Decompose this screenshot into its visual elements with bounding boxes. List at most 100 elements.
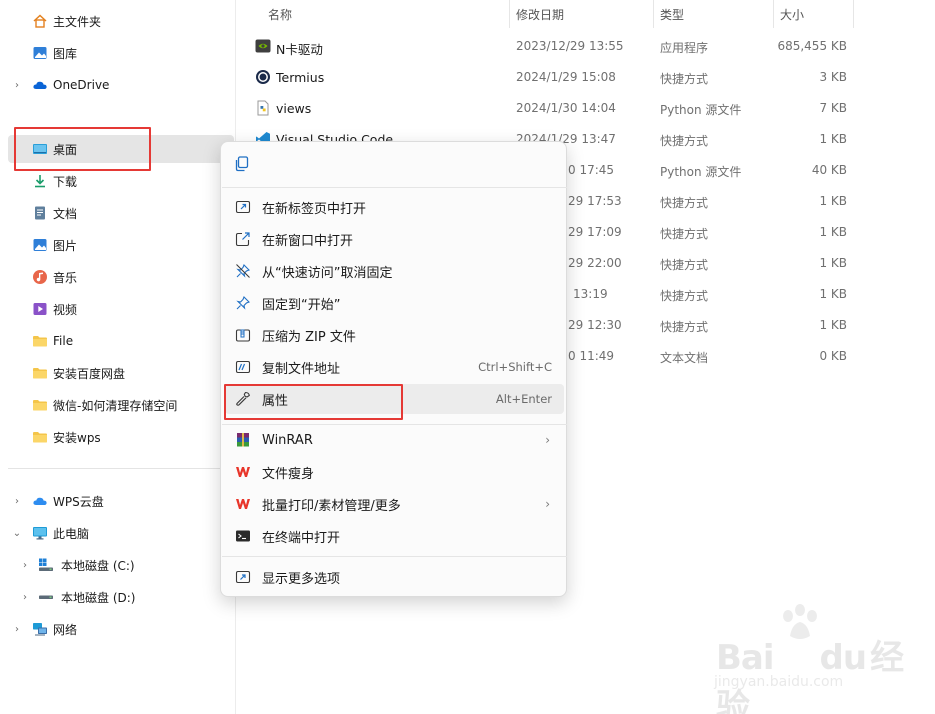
desktop-icon	[32, 141, 48, 157]
file-type: Python 源文件	[660, 165, 742, 179]
column-header-modified[interactable]: 修改日期	[516, 0, 564, 28]
sidebar-item-file-folder[interactable]: File	[8, 327, 234, 355]
column-separator[interactable]	[509, 0, 510, 28]
sidebar-item-baidu-folder[interactable]: 安装百度网盘	[8, 359, 234, 387]
copy-path-icon	[235, 359, 251, 375]
file-modified: 2024/1/30 14:04	[516, 101, 616, 115]
sidebar-item-videos[interactable]: 视频	[8, 295, 234, 323]
music-icon	[32, 269, 48, 285]
table-row[interactable]: views 2024/1/30 14:04 Python 源文件 7 KB	[237, 93, 935, 124]
menu-item-label: 固定到“开始”	[262, 297, 341, 313]
folder-icon	[32, 333, 48, 349]
table-row[interactable]: N卡驱动 2023/12/29 13:55 应用程序 685,455 KB	[237, 31, 935, 62]
menu-item-label: 从“快速访问”取消固定	[262, 265, 393, 281]
sidebar-item-label: 主文件夹	[53, 14, 102, 29]
network-icon	[32, 621, 48, 637]
column-header-name[interactable]: 名称	[268, 0, 292, 28]
sidebar-item-desktop[interactable]: 桌面	[8, 135, 234, 163]
file-size: 1 KB	[819, 256, 847, 270]
sidebar-item-gallery[interactable]: 图库	[8, 39, 234, 67]
sidebar-item-label: WPS云盘	[53, 494, 104, 509]
menu-item-properties[interactable]: 属性 Alt+Enter	[225, 384, 564, 414]
menu-item-label: 在新窗口中打开	[262, 233, 354, 249]
file-type: 快捷方式	[660, 227, 709, 241]
sidebar-item-label: 安装wps	[53, 430, 101, 445]
chevron-right-icon[interactable]: ›	[12, 496, 22, 507]
python-file-icon	[255, 100, 271, 116]
file-modified: 29 22:00	[568, 256, 622, 270]
column-header-type[interactable]: 类型	[660, 0, 684, 28]
file-name: views	[276, 101, 312, 116]
menu-item-unpin-quick-access[interactable]: 从“快速访问”取消固定	[225, 256, 564, 286]
terminal-icon	[235, 528, 251, 544]
chevron-right-icon[interactable]: ›	[20, 592, 30, 603]
sidebar-item-label: File	[53, 334, 74, 348]
drive-icon	[38, 589, 54, 605]
sidebar-item-music[interactable]: 音乐	[8, 263, 234, 291]
wps-icon	[235, 496, 251, 512]
menu-item-copy-path[interactable]: 复制文件地址 Ctrl+Shift+C	[225, 352, 564, 382]
menu-item-label: 显示更多选项	[262, 571, 341, 587]
menu-item-show-more-options[interactable]: 显示更多选项	[225, 562, 564, 592]
copy-icon[interactable]	[233, 155, 251, 173]
menu-item-batch-print[interactable]: 批量打印/素材管理/更多 ›	[225, 489, 564, 519]
column-header-size[interactable]: 大小	[780, 0, 804, 28]
menu-item-open-new-window[interactable]: 在新窗口中打开	[225, 224, 564, 254]
pictures-icon	[32, 237, 48, 253]
chevron-right-icon: ›	[545, 497, 550, 511]
menu-item-shortcut: Ctrl+Shift+C	[478, 360, 552, 374]
menu-item-open-terminal[interactable]: 在终端中打开	[225, 521, 564, 551]
menu-item-open-new-tab[interactable]: 在新标签页中打开	[225, 192, 564, 222]
sidebar-item-documents[interactable]: 文档	[8, 199, 234, 227]
cloud-icon	[32, 493, 48, 509]
file-modified: 0 11:49	[568, 349, 615, 363]
wrench-icon	[235, 391, 251, 407]
menu-separator	[222, 187, 567, 188]
sidebar-item-onedrive[interactable]: › OneDrive	[8, 71, 234, 99]
file-type: 快捷方式	[660, 72, 709, 86]
menu-item-compress-zip[interactable]: 压缩为 ZIP 文件	[225, 320, 564, 350]
sidebar-item-this-pc[interactable]: ⌄ 此电脑	[8, 519, 234, 547]
sidebar-item-label: 网络	[53, 622, 78, 637]
context-menu: 在新标签页中打开 在新窗口中打开 从“快速访问”取消固定 固定到“开始” 压缩为…	[220, 141, 567, 597]
menu-item-label: 在终端中打开	[262, 530, 341, 546]
file-type: 应用程序	[660, 41, 709, 55]
column-header-label: 修改日期	[516, 7, 565, 22]
file-size: 1 KB	[819, 225, 847, 239]
chevron-right-icon[interactable]: ›	[12, 80, 22, 91]
sidebar-item-label: 视频	[53, 302, 78, 317]
chevron-right-icon[interactable]: ›	[12, 624, 22, 635]
column-separator[interactable]	[853, 0, 854, 28]
menu-item-label: 属性	[262, 393, 289, 409]
column-header-label: 类型	[660, 7, 685, 22]
folder-icon	[32, 397, 48, 413]
chevron-right-icon[interactable]: ›	[20, 560, 30, 571]
sidebar-item-drive-c[interactable]: › 本地磁盘 (C:)	[8, 551, 234, 579]
column-separator[interactable]	[773, 0, 774, 28]
open-new-tab-icon	[235, 199, 251, 215]
sidebar-item-network[interactable]: › 网络	[8, 615, 234, 643]
video-icon	[32, 301, 48, 317]
menu-item-pin-start[interactable]: 固定到“开始”	[225, 288, 564, 318]
sidebar-item-label: 桌面	[53, 142, 78, 157]
file-size: 685,455 KB	[777, 39, 847, 53]
menu-item-winrar[interactable]: WinRAR ›	[225, 425, 564, 455]
sidebar-item-pictures[interactable]: 图片	[8, 231, 234, 259]
sidebar-item-wechat-folder[interactable]: 微信-如何清理存储空间	[8, 391, 234, 419]
sidebar-item-wps-folder[interactable]: 安装wps	[8, 423, 234, 451]
chevron-right-icon: ›	[545, 433, 550, 447]
download-icon	[32, 173, 48, 189]
sidebar-item-wps-cloud[interactable]: › WPS云盘	[8, 487, 234, 515]
table-row[interactable]: Termius 2024/1/29 15:08 快捷方式 3 KB	[237, 62, 935, 93]
nvidia-icon	[255, 38, 271, 54]
baidu-jingyan-watermark: Bai du 经验 jingyan.baidu.com	[712, 602, 912, 714]
column-header-label: 大小	[780, 7, 805, 22]
sidebar-item-drive-d[interactable]: › 本地磁盘 (D:)	[8, 583, 234, 611]
sort-ascending-icon: ⌃	[381, 0, 390, 7]
sidebar-item-home[interactable]: 主文件夹	[8, 7, 234, 35]
menu-item-file-slim[interactable]: 文件瘦身	[225, 457, 564, 487]
column-separator[interactable]	[653, 0, 654, 28]
chevron-down-icon[interactable]: ⌄	[12, 528, 22, 539]
watermark-url: jingyan.baidu.com	[714, 674, 844, 690]
sidebar-item-downloads[interactable]: 下载	[8, 167, 234, 195]
